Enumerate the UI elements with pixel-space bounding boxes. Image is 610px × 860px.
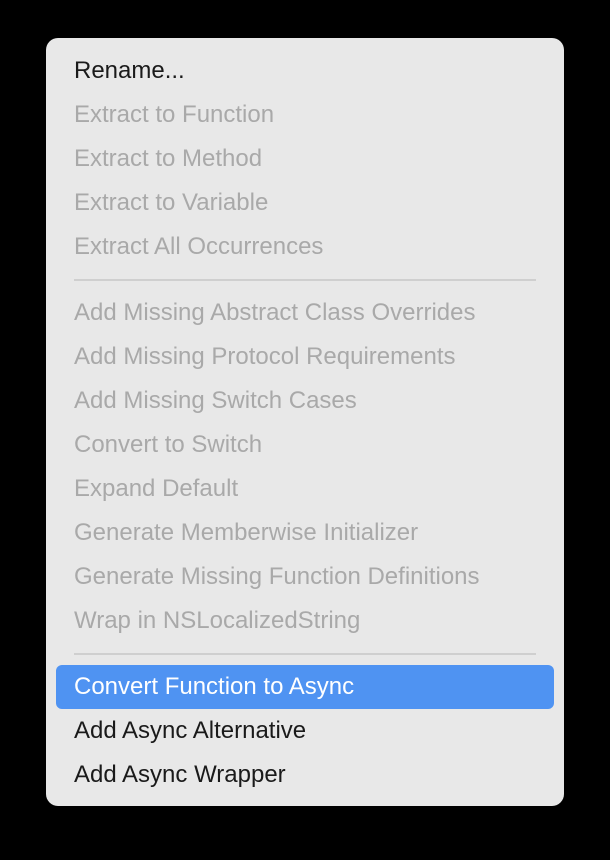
- menu-item-add-missing-switch-cases: Add Missing Switch Cases: [74, 387, 357, 414]
- menu-item-wrap-in-nslocalizedstring: Wrap in NSLocalizedString: [74, 607, 361, 634]
- menu-item-convert-to-switch: Convert to Switch: [74, 431, 263, 458]
- menu-separator: [74, 269, 536, 291]
- menu-item-extract-to-variable: Extract to Variable: [74, 189, 269, 216]
- menu-item-expand-default: Expand Default: [74, 475, 239, 502]
- menu-item-rename[interactable]: Rename...: [56, 49, 554, 93]
- menu-item-add-missing-abstract-class-overrides: Add Missing Abstract Class Overrides: [74, 299, 476, 326]
- menu-item-extract-all-occurrences: Extract All Occurrences: [74, 233, 324, 260]
- menu-item-add-missing-protocol-requirements: Add Missing Protocol Requirements: [74, 343, 456, 370]
- menu-item-generate-missing-function-definitions: Generate Missing Function Definitions: [74, 563, 480, 590]
- menu-separator: [74, 643, 536, 665]
- menu-item-extract-to-function: Extract to Function: [74, 101, 275, 128]
- menu-item-add-async-alternative[interactable]: Add Async Alternative: [56, 709, 554, 753]
- refactor-context-menu: Rename... Extract to Function Extract to…: [46, 38, 564, 806]
- menu-item-add-async-wrapper[interactable]: Add Async Wrapper: [56, 753, 554, 797]
- menu-item-extract-to-method: Extract to Method: [74, 145, 263, 172]
- menu-item-generate-memberwise-initializer: Generate Memberwise Initializer: [74, 519, 419, 546]
- menu-item-convert-function-to-async[interactable]: Convert Function to Async: [56, 665, 554, 709]
